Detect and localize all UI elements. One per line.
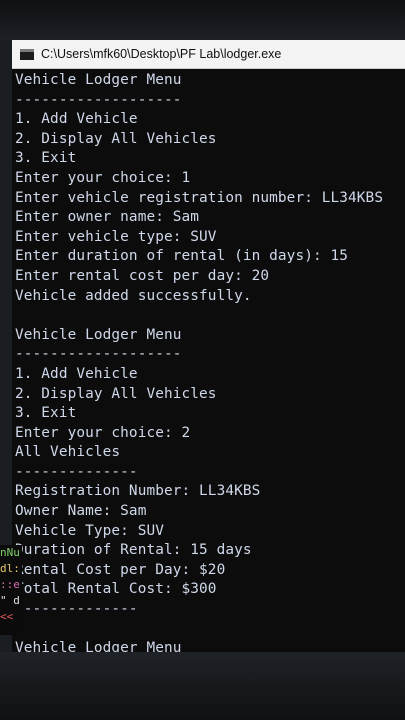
console-line: 3. Exit bbox=[15, 150, 77, 167]
console-line: Enter vehicle type: SUV bbox=[15, 228, 217, 245]
console-line: Enter owner name: Sam bbox=[15, 209, 200, 226]
console-line: Enter your choice: 1 bbox=[15, 169, 191, 186]
console-line: Total Rental Cost: $300 bbox=[15, 581, 217, 598]
console-line: 2. Display All Vehicles bbox=[15, 385, 217, 402]
console-line: Enter rental cost per day: 20 bbox=[15, 267, 270, 284]
editor-fragment: dl: bbox=[0, 562, 20, 575]
window-title: C:\Users\mfk60\Desktop\PF Lab\lodger.exe bbox=[41, 47, 282, 61]
monitor-bezel-bottom bbox=[0, 652, 405, 720]
background-editor-fragment: nNu dl: ::e " d << bbox=[0, 545, 22, 635]
console-line: ------------------- bbox=[15, 91, 182, 108]
console-line: Registration Number: LL34KBS bbox=[15, 483, 261, 500]
console-line: Vehicle Lodger Menu bbox=[15, 326, 182, 343]
editor-fragment: " d bbox=[0, 594, 20, 607]
console-line: -------------- bbox=[15, 601, 138, 618]
console-app-icon bbox=[20, 48, 34, 60]
console-line: Enter your choice: 2 bbox=[15, 424, 191, 441]
console-line: 1. Add Vehicle bbox=[15, 111, 138, 128]
editor-fragment: << bbox=[0, 610, 14, 623]
console-window[interactable]: C:\Users\mfk60\Desktop\PF Lab\lodger.exe… bbox=[12, 40, 405, 652]
window-titlebar[interactable]: C:\Users\mfk60\Desktop\PF Lab\lodger.exe bbox=[12, 40, 405, 69]
console-line: Owner Name: Sam bbox=[15, 503, 147, 520]
console-line: Enter vehicle registration number: LL34K… bbox=[15, 189, 384, 206]
console-line: ------------------- bbox=[15, 346, 182, 363]
console-line: All Vehicles bbox=[15, 444, 121, 461]
console-output: Vehicle Lodger Menu ------------------- 1.… bbox=[12, 69, 405, 652]
console-line: -------------- bbox=[15, 463, 138, 480]
editor-fragment: ::e bbox=[0, 578, 20, 591]
console-line: Duration of Rental: 15 days bbox=[15, 542, 252, 559]
console-line: Rental Cost per Day: $20 bbox=[15, 561, 226, 578]
console-line: 2. Display All Vehicles bbox=[15, 130, 217, 147]
console-line: Vehicle Type: SUV bbox=[15, 522, 164, 539]
console-line: 1. Add Vehicle bbox=[15, 365, 138, 382]
console-line: Vehicle Lodger Menu bbox=[15, 640, 182, 652]
console-line: Vehicle added successfully. bbox=[15, 287, 252, 304]
console-line: Vehicle Lodger Menu bbox=[15, 72, 182, 88]
monitor-bezel bbox=[0, 0, 405, 40]
editor-fragment: nNu bbox=[0, 546, 20, 559]
console-line: 3. Exit bbox=[15, 405, 77, 422]
console-line: Enter duration of rental (in days): 15 bbox=[15, 248, 349, 265]
